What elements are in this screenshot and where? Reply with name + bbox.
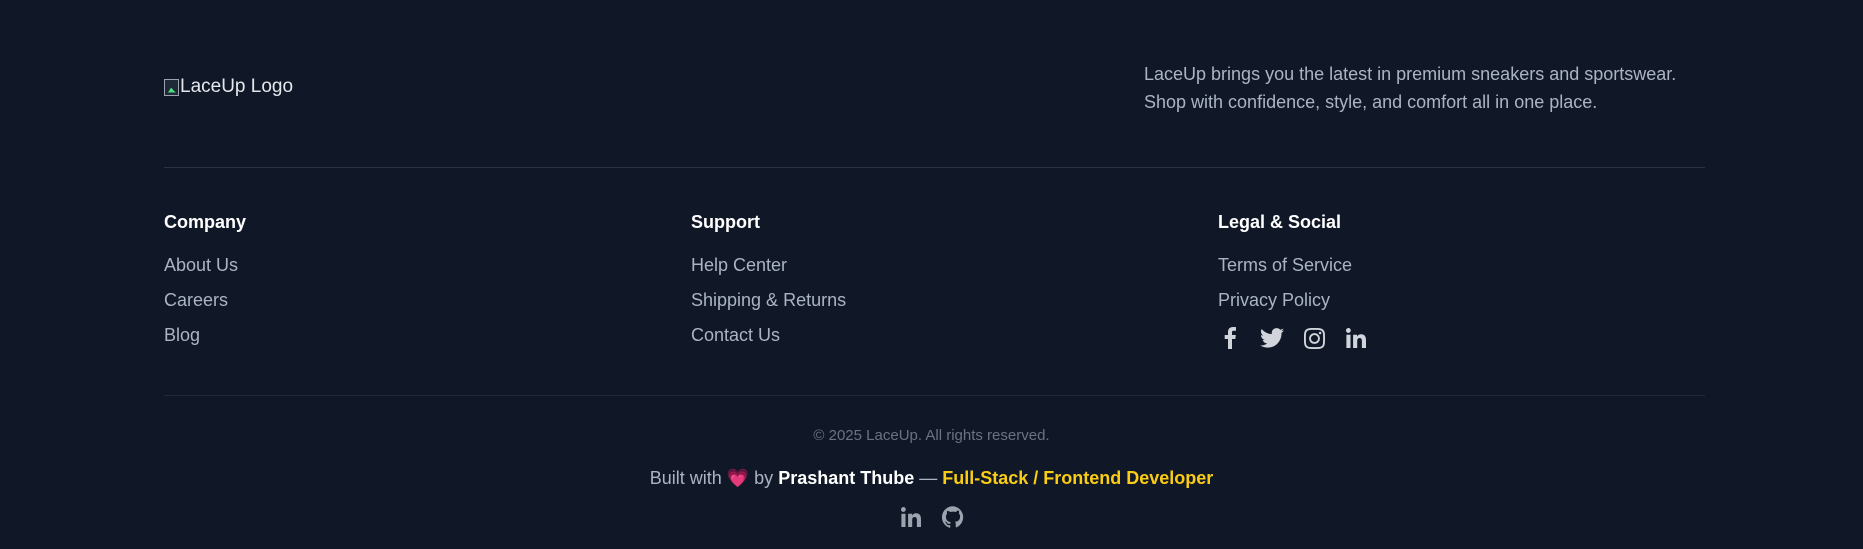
legal-heading: Legal & Social (1218, 212, 1342, 232)
link-contact-us[interactable]: Contact Us (691, 318, 846, 353)
author-role: Full-Stack / Frontend Developer (942, 468, 1214, 488)
author-links (0, 505, 1863, 529)
link-privacy-policy[interactable]: Privacy Policy (1218, 283, 1368, 318)
heart-icon: 💗 (726, 468, 750, 488)
top-divider (164, 167, 1705, 168)
company-column: Company About Us Careers Blog (164, 210, 246, 353)
linkedin-icon[interactable] (899, 505, 923, 529)
by-label: by (754, 468, 774, 488)
bottom-divider (164, 395, 1705, 396)
link-blog[interactable]: Blog (164, 318, 246, 353)
facebook-icon[interactable] (1218, 326, 1242, 350)
support-column: Support Help Center Shipping & Returns C… (691, 210, 846, 353)
logo-alt-text: LaceUp Logo (180, 76, 294, 97)
link-shipping-returns[interactable]: Shipping & Returns (691, 283, 846, 318)
dash-separator: — (919, 468, 938, 488)
instagram-icon[interactable] (1302, 326, 1326, 350)
twitter-icon[interactable] (1260, 326, 1284, 350)
brand-tagline: LaceUp brings you the latest in premium … (1144, 64, 1677, 112)
broken-image-icon (164, 78, 179, 96)
github-icon[interactable] (941, 505, 965, 529)
company-heading: Company (164, 212, 247, 232)
copyright-text: © 2025 LaceUp. All rights reserved. (813, 427, 1050, 444)
logo[interactable]: LaceUp Logo (164, 76, 293, 98)
link-careers[interactable]: Careers (164, 283, 246, 318)
linkedin-icon[interactable] (1344, 326, 1368, 350)
social-links (1218, 326, 1368, 350)
author-name: Prashant Thube (778, 468, 915, 488)
legal-social-column: Legal & Social Terms of Service Privacy … (1218, 210, 1368, 350)
link-help-center[interactable]: Help Center (691, 248, 846, 283)
link-about-us[interactable]: About Us (164, 248, 246, 283)
support-heading: Support (691, 212, 760, 232)
site-footer: LaceUp Logo LaceUp brings you the latest… (0, 0, 1863, 549)
link-terms-of-service[interactable]: Terms of Service (1218, 248, 1368, 283)
built-by-line: Built with 💗 by Prashant Thube — Full-St… (0, 468, 1863, 489)
built-with-label: Built with (649, 468, 722, 488)
